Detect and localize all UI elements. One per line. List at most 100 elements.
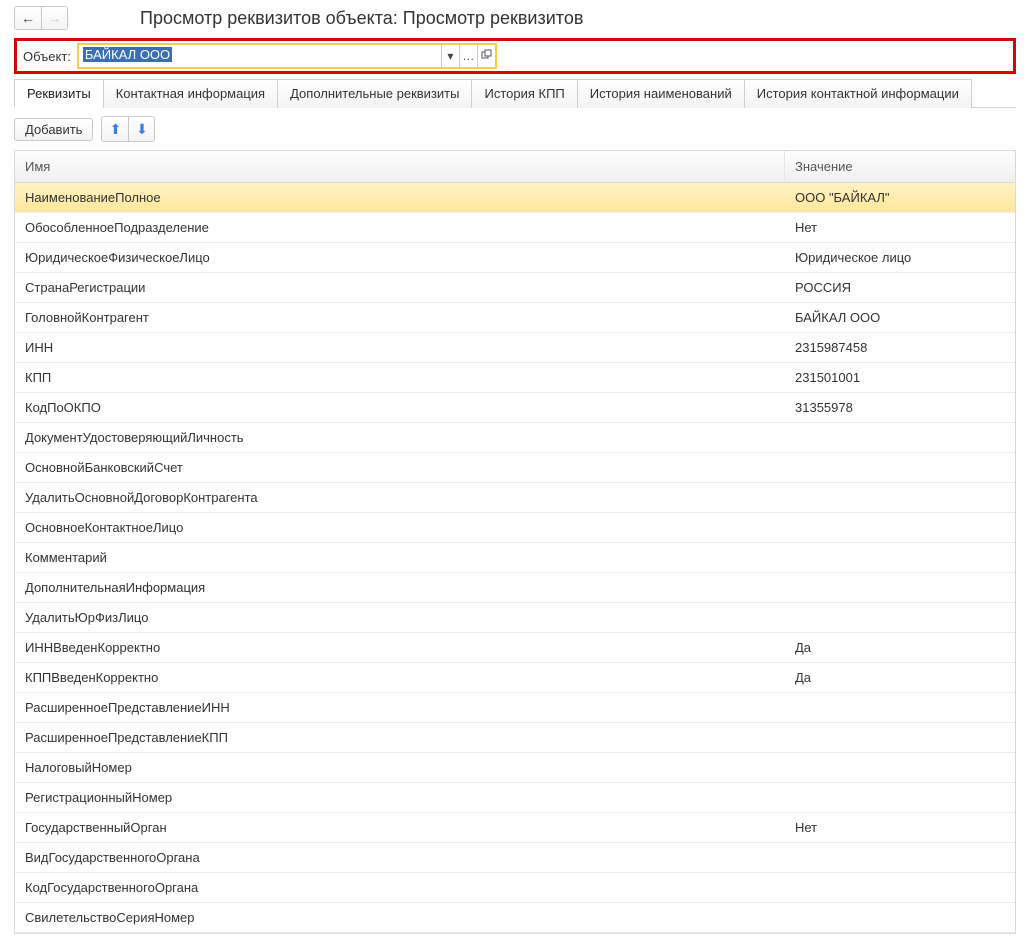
table-header: Имя Значение — [15, 151, 1015, 183]
chevron-down-icon: ▾ — [447, 49, 453, 63]
arrow-left-icon: ← — [21, 10, 35, 26]
cell-value — [785, 762, 1015, 774]
object-dropdown-button[interactable]: ▾ — [441, 45, 459, 67]
table-row[interactable]: ГосударственныйОрганНет — [15, 813, 1015, 843]
cell-name: ГосударственныйОрган — [15, 814, 785, 841]
table-row[interactable]: ДокументУдостоверяющийЛичность — [15, 423, 1015, 453]
arrow-right-icon: → — [48, 10, 62, 26]
cell-name: КодПоОКПО — [15, 394, 785, 421]
cell-name: ГоловнойКонтрагент — [15, 304, 785, 331]
arrow-up-icon: ⬆ — [110, 121, 122, 138]
cell-name: НалоговыйНомер — [15, 754, 785, 781]
cell-name: ОсновноеКонтактноеЛицо — [15, 514, 785, 541]
table-body: НаименованиеПолноеООО "БАЙКАЛ"Обособленн… — [15, 183, 1015, 933]
cell-name: ИНН — [15, 334, 785, 361]
object-input-value: БАЙКАЛ ООО — [83, 47, 172, 62]
cell-name: ОсновнойБанковскийСчет — [15, 454, 785, 481]
cell-value — [785, 462, 1015, 474]
cell-name: РасширенноеПредставлениеИНН — [15, 694, 785, 721]
cell-value — [785, 612, 1015, 624]
table-row[interactable]: ГоловнойКонтрагентБАЙКАЛ ООО — [15, 303, 1015, 333]
table-row[interactable]: РасширенноеПредставлениеКПП — [15, 723, 1015, 753]
object-select-button[interactable]: … — [459, 45, 477, 67]
cell-value: Юридическое лицо — [785, 244, 1015, 271]
cell-value: 231501001 — [785, 364, 1015, 391]
cell-name: ДополнительнаяИнформация — [15, 574, 785, 601]
move-down-button[interactable]: ⬇ — [128, 117, 154, 141]
cell-name: ДокументУдостоверяющийЛичность — [15, 424, 785, 451]
cell-name: НаименованиеПолное — [15, 184, 785, 211]
table-row[interactable]: СтранаРегистрацииРОССИЯ — [15, 273, 1015, 303]
table-row[interactable]: КодПоОКПО31355978 — [15, 393, 1015, 423]
cell-value — [785, 792, 1015, 804]
table-row[interactable]: КПП231501001 — [15, 363, 1015, 393]
cell-name: УдалитьЮрФизЛицо — [15, 604, 785, 631]
open-icon — [481, 49, 492, 63]
cell-value: БАЙКАЛ ООО — [785, 304, 1015, 331]
table-row[interactable]: ОсновноеКонтактноеЛицо — [15, 513, 1015, 543]
table-row[interactable]: ИНН2315987458 — [15, 333, 1015, 363]
cell-value — [785, 702, 1015, 714]
forward-button[interactable]: → — [41, 7, 67, 29]
header-name[interactable]: Имя — [15, 151, 785, 182]
table-row[interactable]: СвилетельствоСерияНомер — [15, 903, 1015, 933]
table-row[interactable]: Комментарий — [15, 543, 1015, 573]
table-row[interactable]: ОсновнойБанковскийСчет — [15, 453, 1015, 483]
table-row[interactable]: КППВведенКорректноДа — [15, 663, 1015, 693]
table-row[interactable]: РасширенноеПредставлениеИНН — [15, 693, 1015, 723]
tab-4[interactable]: История наименований — [577, 79, 745, 108]
table-row[interactable]: УдалитьЮрФизЛицо — [15, 603, 1015, 633]
table-row[interactable]: КодГосударственногоОргана — [15, 873, 1015, 903]
table-row[interactable]: ДополнительнаяИнформация — [15, 573, 1015, 603]
table-row[interactable]: НалоговыйНомер — [15, 753, 1015, 783]
cell-value — [785, 522, 1015, 534]
cell-value: Нет — [785, 214, 1015, 241]
cell-value — [785, 852, 1015, 864]
cell-value — [785, 492, 1015, 504]
cell-name: ОбособленноеПодразделение — [15, 214, 785, 241]
cell-name: КПП — [15, 364, 785, 391]
cell-value — [785, 552, 1015, 564]
move-buttons: ⬆ ⬇ — [101, 116, 155, 142]
cell-name: ИННВведенКорректно — [15, 634, 785, 661]
cell-name: РегистрационныйНомер — [15, 784, 785, 811]
nav-buttons: ← → — [14, 6, 68, 30]
cell-name: КППВведенКорректно — [15, 664, 785, 691]
table-row[interactable]: ЮридическоеФизическоеЛицоЮридическое лиц… — [15, 243, 1015, 273]
cell-value — [785, 912, 1015, 924]
cell-value — [785, 582, 1015, 594]
object-open-button[interactable] — [477, 45, 495, 67]
table-row[interactable]: УдалитьОсновнойДоговорКонтрагента — [15, 483, 1015, 513]
cell-value — [785, 432, 1015, 444]
tab-3[interactable]: История КПП — [471, 79, 577, 108]
object-field-highlight: Объект: БАЙКАЛ ООО ▾ … — [14, 38, 1016, 74]
object-input[interactable]: БАЙКАЛ ООО — [79, 45, 441, 67]
cell-name: Комментарий — [15, 544, 785, 571]
back-button[interactable]: ← — [15, 7, 41, 29]
tab-0[interactable]: Реквизиты — [14, 79, 104, 108]
move-up-button[interactable]: ⬆ — [102, 117, 128, 141]
cell-name: ЮридическоеФизическоеЛицо — [15, 244, 785, 271]
table-row[interactable]: РегистрационныйНомер — [15, 783, 1015, 813]
tab-5[interactable]: История контактной информации — [744, 79, 972, 108]
table-row[interactable]: ОбособленноеПодразделениеНет — [15, 213, 1015, 243]
add-button[interactable]: Добавить — [14, 118, 93, 141]
object-label: Объект: — [21, 49, 73, 64]
table-row[interactable]: НаименованиеПолноеООО "БАЙКАЛ" — [15, 183, 1015, 213]
cell-value: Да — [785, 634, 1015, 661]
cell-value: РОССИЯ — [785, 274, 1015, 301]
tab-2[interactable]: Дополнительные реквизиты — [277, 79, 472, 108]
header-value[interactable]: Значение — [785, 151, 1015, 182]
table-row[interactable]: ВидГосударственногоОргана — [15, 843, 1015, 873]
cell-name: СтранаРегистрации — [15, 274, 785, 301]
cell-value — [785, 732, 1015, 744]
cell-name: КодГосударственногоОргана — [15, 874, 785, 901]
attributes-table: Имя Значение НаименованиеПолноеООО "БАЙК… — [14, 150, 1016, 934]
cell-name: СвилетельствоСерияНомер — [15, 904, 785, 931]
toolbar: Добавить ⬆ ⬇ — [0, 108, 1030, 150]
cell-value: ООО "БАЙКАЛ" — [785, 184, 1015, 211]
page-title: Просмотр реквизитов объекта: Просмотр ре… — [140, 8, 583, 29]
tab-1[interactable]: Контактная информация — [103, 79, 278, 108]
table-row[interactable]: ИННВведенКорректноДа — [15, 633, 1015, 663]
cell-name: РасширенноеПредставлениеКПП — [15, 724, 785, 751]
